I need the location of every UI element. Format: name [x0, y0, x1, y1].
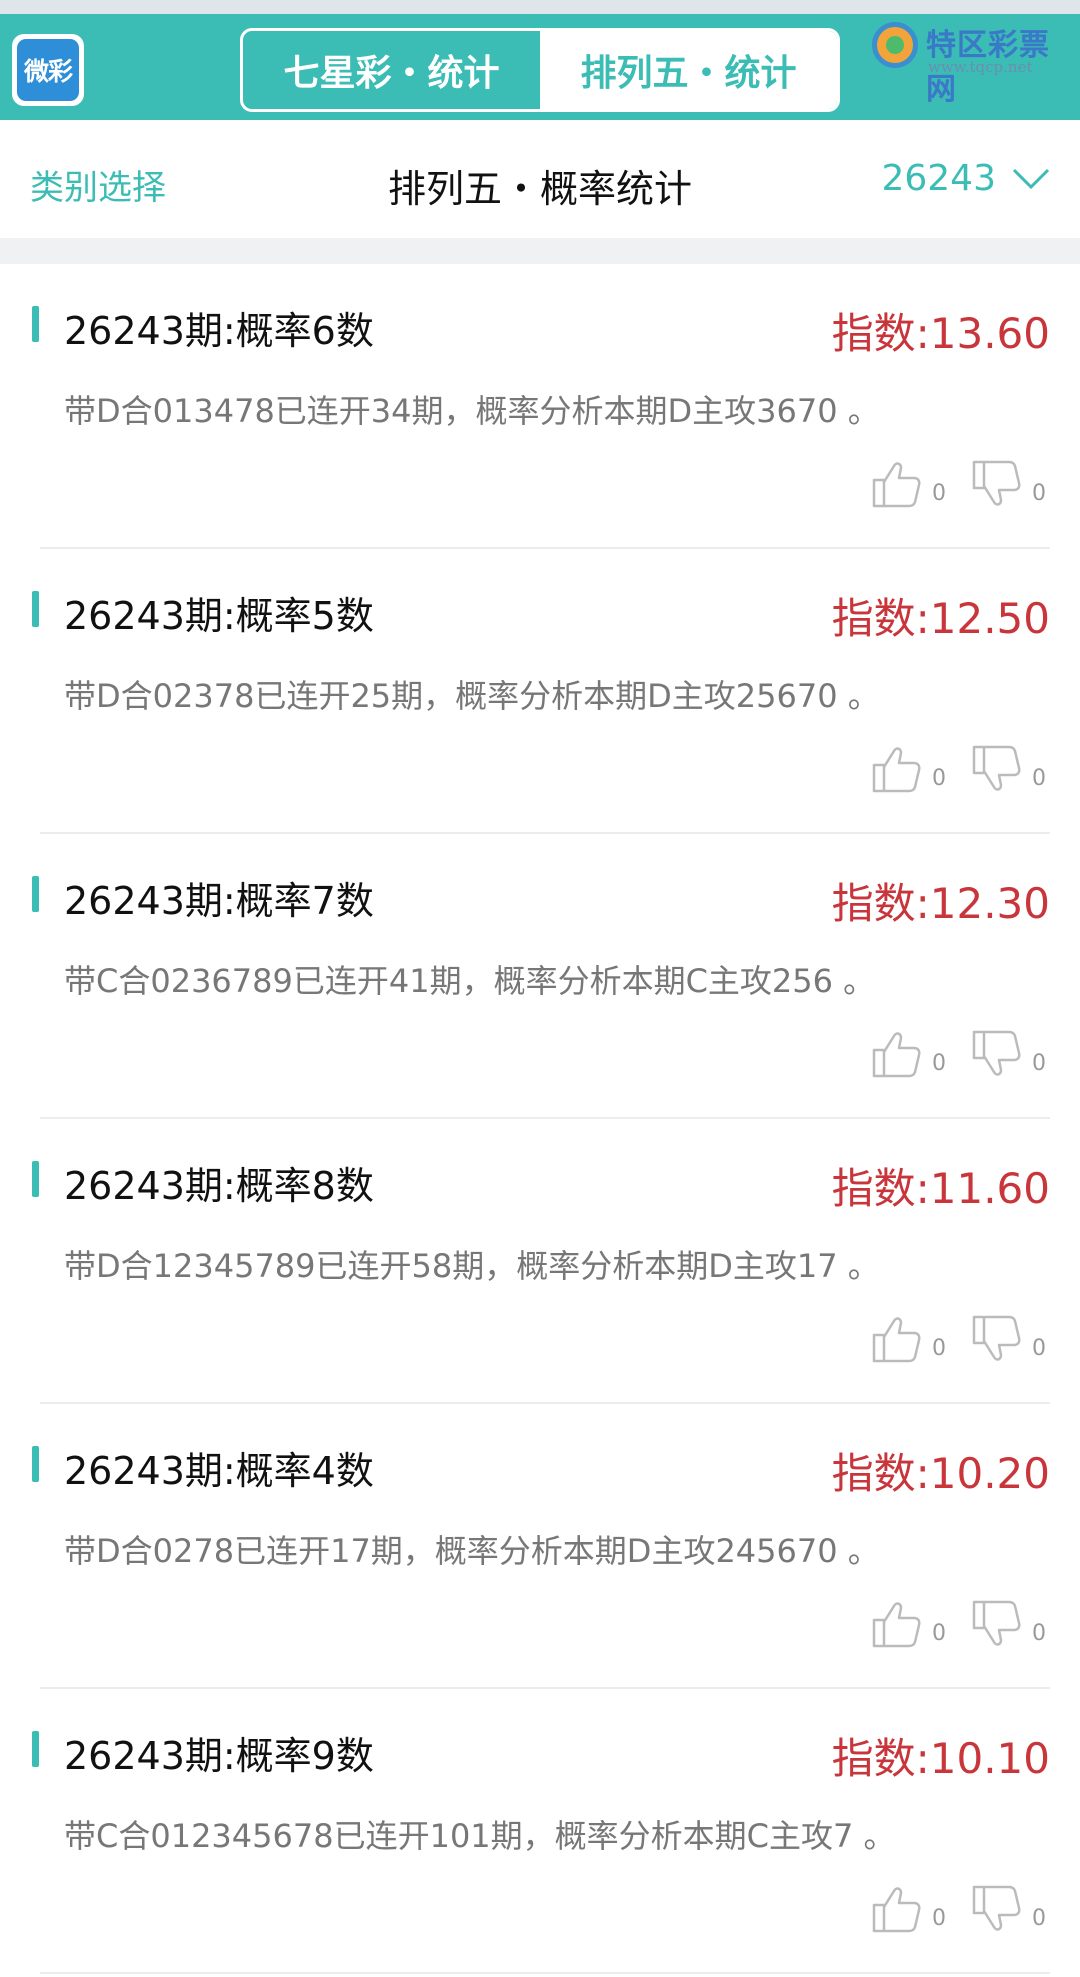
- list-item[interactable]: 26243期:概率7数 指数:12.30 带C合0236789已连开41期，概率分析…: [32, 834, 1050, 1119]
- like-button[interactable]: 0: [870, 1883, 946, 1939]
- accent-bar: [32, 591, 39, 627]
- like-button[interactable]: 0: [870, 1028, 946, 1084]
- dislike-count: 0: [1032, 1621, 1046, 1646]
- accent-bar: [32, 1161, 39, 1197]
- tab-pailiewu-stats[interactable]: 排列五・统计: [540, 31, 837, 109]
- accent-bar: [32, 1731, 39, 1767]
- thumbs-down-icon: [970, 743, 1022, 799]
- list-item[interactable]: 26243期:概率9数 指数:10.10 带C合012345678已连开101期，概…: [32, 1689, 1050, 1974]
- item-index-value: 指数:12.30: [831, 879, 1050, 928]
- item-title: 26243期:概率4数: [64, 1449, 374, 1493]
- item-index-value: 指数:12.50: [831, 594, 1050, 643]
- dislike-button[interactable]: 0: [970, 1028, 1046, 1084]
- watermark-url: www.tqcp.net: [928, 58, 1033, 76]
- tab-qixingcai-stats[interactable]: 七星彩・统计: [243, 31, 540, 109]
- dislike-count: 0: [1032, 1906, 1046, 1931]
- watermark: 特区彩票网 www.tqcp.net: [872, 16, 1072, 107]
- stats-list: 26243期:概率6数 指数:13.60 带D合013478已连开34期，概率分析本…: [0, 264, 1080, 1974]
- app-logo-text: 微彩: [17, 39, 79, 101]
- accent-bar: [32, 306, 39, 342]
- dislike-button[interactable]: 0: [970, 743, 1046, 799]
- list-item[interactable]: 26243期:概率4数 指数:10.20 带D合0278已连开17期，概率分析本期D…: [32, 1404, 1050, 1689]
- like-count: 0: [932, 766, 946, 791]
- thumbs-up-icon: [870, 743, 922, 799]
- item-description: 带D合013478已连开34期，概率分析本期D主攻3670 。: [64, 392, 880, 430]
- like-count: 0: [932, 481, 946, 506]
- dislike-count: 0: [1032, 1336, 1046, 1361]
- like-count: 0: [932, 1906, 946, 1931]
- item-index-value: 指数:13.60: [831, 309, 1050, 358]
- item-title: 26243期:概率6数: [64, 309, 374, 353]
- like-count: 0: [932, 1336, 946, 1361]
- like-count: 0: [932, 1051, 946, 1076]
- like-button[interactable]: 0: [870, 743, 946, 799]
- item-title: 26243期:概率5数: [64, 594, 374, 638]
- dislike-count: 0: [1032, 1051, 1046, 1076]
- item-index-value: 指数:10.10: [831, 1734, 1050, 1783]
- item-title: 26243期:概率8数: [64, 1164, 374, 1208]
- thumbs-down-icon: [970, 1028, 1022, 1084]
- sub-header: 类别选择 排列五・概率统计 26243: [0, 120, 1080, 238]
- dislike-count: 0: [1032, 766, 1046, 791]
- like-count: 0: [932, 1621, 946, 1646]
- dislike-button[interactable]: 0: [970, 458, 1046, 514]
- top-bar: 微彩 七星彩・统计 排列五・统计 特区彩票网 www.tqcp.net: [0, 14, 1080, 120]
- item-index-value: 指数:10.20: [831, 1449, 1050, 1498]
- thumbs-up-icon: [870, 1313, 922, 1369]
- dislike-button[interactable]: 0: [970, 1598, 1046, 1654]
- thumbs-up-icon: [870, 1028, 922, 1084]
- item-description: 带D合0278已连开17期，概率分析本期D主攻245670 。: [64, 1532, 880, 1570]
- app-logo[interactable]: 微彩: [12, 34, 84, 106]
- list-item[interactable]: 26243期:概率5数 指数:12.50 带D合02378已连开25期，概率分析本期…: [32, 549, 1050, 834]
- item-description: 带C合012345678已连开101期，概率分析本期C主攻7 。: [64, 1817, 896, 1855]
- like-button[interactable]: 0: [870, 1598, 946, 1654]
- thumbs-up-icon: [870, 458, 922, 514]
- list-item[interactable]: 26243期:概率6数 指数:13.60 带D合013478已连开34期，概率分析本…: [32, 264, 1050, 549]
- issue-select-dropdown[interactable]: 26243: [881, 158, 1050, 199]
- dislike-button[interactable]: 0: [970, 1883, 1046, 1939]
- thumbs-down-icon: [970, 1883, 1022, 1939]
- item-description: 带D合02378已连开25期，概率分析本期D主攻25670 。: [64, 677, 880, 715]
- lottery-tab-switch: 七星彩・统计 排列五・统计: [240, 28, 840, 112]
- item-index-value: 指数:11.60: [831, 1164, 1050, 1213]
- thumbs-down-icon: [970, 1598, 1022, 1654]
- chevron-down-icon: [1012, 168, 1050, 189]
- thumbs-down-icon: [970, 458, 1022, 514]
- issue-number: 26243: [881, 158, 996, 199]
- item-description: 带D合12345789已连开58期，概率分析本期D主攻17 。: [64, 1247, 880, 1285]
- accent-bar: [32, 876, 39, 912]
- section-divider: [0, 238, 1080, 264]
- status-strip: [0, 0, 1080, 14]
- list-item[interactable]: 26243期:概率8数 指数:11.60 带D合12345789已连开58期，概率分…: [32, 1119, 1050, 1404]
- accent-bar: [32, 1446, 39, 1482]
- thumbs-up-icon: [870, 1598, 922, 1654]
- thumbs-up-icon: [870, 1883, 922, 1939]
- dislike-count: 0: [1032, 481, 1046, 506]
- watermark-logo-icon: [872, 22, 918, 68]
- item-title: 26243期:概率7数: [64, 879, 374, 923]
- thumbs-down-icon: [970, 1313, 1022, 1369]
- item-description: 带C合0236789已连开41期，概率分析本期C主攻256 。: [64, 962, 876, 1000]
- like-button[interactable]: 0: [870, 458, 946, 514]
- dislike-button[interactable]: 0: [970, 1313, 1046, 1369]
- item-title: 26243期:概率9数: [64, 1734, 374, 1778]
- like-button[interactable]: 0: [870, 1313, 946, 1369]
